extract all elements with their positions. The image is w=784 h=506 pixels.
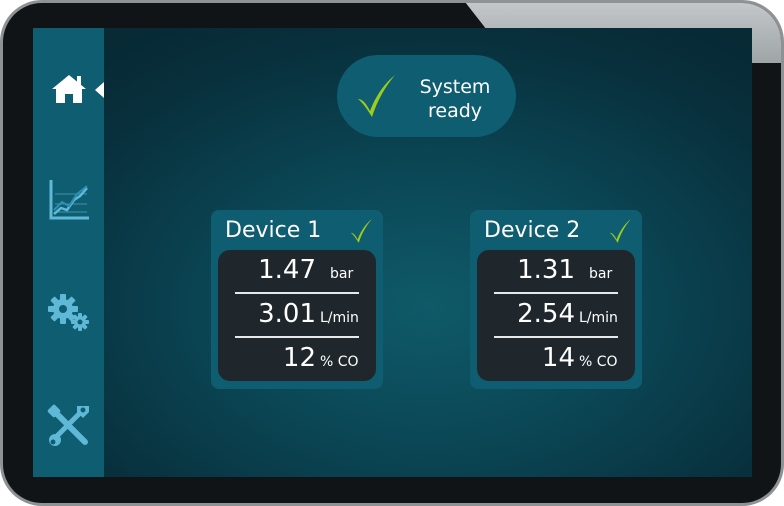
check-icon [355, 73, 397, 123]
reading-co: 14 % CO [477, 338, 635, 380]
tools-icon [47, 404, 91, 448]
reading-co: 12 % CO [218, 338, 376, 380]
reading-value: 3.01 [258, 299, 316, 329]
sidebar-item-tools[interactable] [33, 396, 104, 456]
device-card-2[interactable]: Device 2 1.31 bar 2.54 L/min 14 % CO [470, 210, 642, 389]
reading-unit: L/min [579, 310, 618, 326]
sidebar-item-home[interactable] [33, 59, 104, 119]
reading-flow: 2.54 L/min [477, 294, 635, 336]
line-chart-icon [47, 178, 91, 222]
system-status: System ready [337, 55, 516, 137]
sidebar-item-chart[interactable] [33, 170, 104, 230]
device-card-1[interactable]: Device 1 1.47 bar 3.01 L/min 12 % CO [211, 210, 383, 389]
readings-panel: 1.31 bar 2.54 L/min 14 % CO [477, 250, 635, 381]
reading-value: 1.47 [258, 255, 316, 285]
tablet-bezel: System ready Device 1 1.47 bar 3.01 L/mi… [0, 0, 784, 506]
reading-unit: % CO [579, 354, 618, 370]
status-line-2: ready [427, 100, 483, 122]
reading-value: 2.54 [517, 299, 575, 329]
reading-value: 1.31 [517, 255, 575, 285]
reading-unit: bar [589, 266, 613, 282]
check-icon [608, 218, 632, 248]
check-icon [349, 218, 373, 248]
reading-unit: % CO [320, 354, 359, 370]
reading-pressure: 1.47 bar [218, 250, 376, 292]
screen: System ready Device 1 1.47 bar 3.01 L/mi… [33, 28, 752, 477]
reading-pressure: 1.31 bar [477, 250, 635, 292]
reading-value: 14 [541, 343, 575, 373]
reading-flow: 3.01 L/min [218, 294, 376, 336]
sidebar-item-settings[interactable] [33, 282, 104, 342]
reading-unit: bar [330, 266, 354, 282]
reading-value: 12 [282, 343, 316, 373]
reading-unit: L/min [320, 310, 359, 326]
readings-panel: 1.47 bar 3.01 L/min 12 % CO [218, 250, 376, 381]
status-line-1: System [419, 76, 491, 98]
home-icon [50, 72, 88, 106]
active-nav-marker [95, 82, 104, 98]
device-title: Device 1 [225, 218, 322, 243]
sidebar [33, 28, 104, 477]
device-title: Device 2 [484, 218, 581, 243]
gears-icon [46, 292, 92, 332]
status-text: System ready [405, 75, 505, 123]
